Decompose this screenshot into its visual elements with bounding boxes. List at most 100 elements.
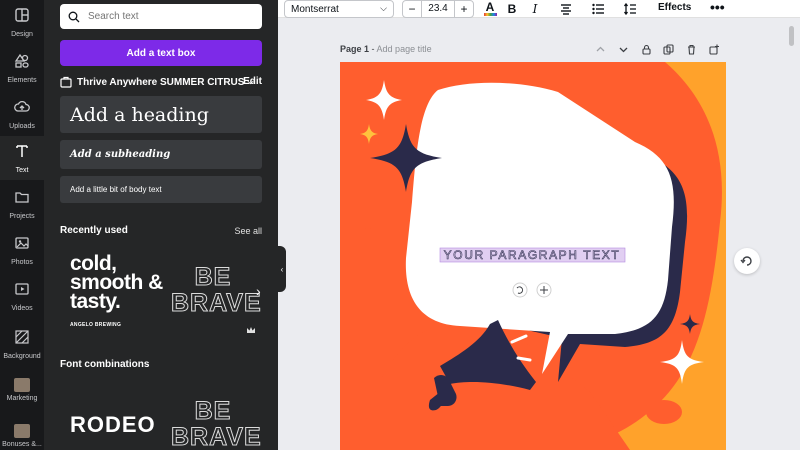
refresh-icon: [740, 256, 752, 266]
rail-item-label: Background: [3, 352, 41, 360]
add-page-icon: [709, 44, 719, 55]
rail-item-label: Elements: [7, 76, 37, 84]
recent-template-cold-subtitle: ANGELO BREWING: [70, 322, 122, 328]
photo-icon: [14, 235, 30, 256]
elements-icon: [14, 53, 30, 74]
line-spacing-icon: [623, 2, 636, 16]
chevron-down-icon: ⌵: [380, 3, 387, 13]
design-canvas[interactable]: YOUR PARAGRAPH TEXT: [340, 62, 726, 450]
page-label: Page 1: [340, 44, 370, 54]
rail-item-photos[interactable]: Photos: [0, 228, 44, 272]
bullet-list-icon: [592, 3, 604, 15]
rail-item-projects[interactable]: Projects: [0, 182, 44, 226]
rail-item-text[interactable]: Text: [0, 136, 44, 180]
brand-kit-row[interactable]: Thrive Anywhere SUMMER CITRUS ⌵ Edit: [60, 74, 262, 90]
vertical-scrollbar[interactable]: [789, 26, 794, 46]
background-icon: [14, 329, 30, 350]
refresh-comment-button[interactable]: [734, 248, 760, 274]
rail-item-uploads[interactable]: Uploads: [0, 92, 44, 136]
text-icon: [14, 143, 30, 164]
chevron-down-icon: [619, 47, 628, 53]
combo-be-brave-line-2: BRAVE: [171, 423, 262, 450]
font-combinations-title: Font combinations: [60, 359, 150, 370]
search-input[interactable]: [88, 11, 248, 22]
text-panel: Add a text box Thrive Anywhere SUMMER CI…: [44, 0, 278, 450]
add-text-box-button[interactable]: Add a text box: [60, 40, 262, 66]
rail-item-design[interactable]: Design: [0, 0, 44, 44]
chevron-left-icon: ‹: [280, 264, 284, 274]
text-color-icon: A: [485, 0, 495, 14]
increase-font-size-button[interactable]: +: [455, 2, 473, 16]
font-size-input[interactable]: 23.4: [421, 1, 455, 17]
brand-kit-edit-link[interactable]: Edit: [243, 76, 262, 87]
design-icon: [14, 7, 30, 28]
search-box[interactable]: [60, 4, 262, 29]
text-toolbar: Montserrat ⌵ − 23.4 + A B I Effects •••: [278, 0, 800, 18]
brand-kit-icon: [60, 76, 72, 88]
be-brave-line-1: BE: [194, 263, 232, 291]
rail-item-elements[interactable]: Elements: [0, 46, 44, 90]
rail-item-label: Text: [15, 166, 29, 174]
rail-item-background[interactable]: Background: [0, 322, 44, 366]
rail-item-bonuses[interactable]: Bonuses &...: [0, 414, 44, 450]
rail-item-label: Design: [11, 30, 33, 38]
list-button[interactable]: [590, 1, 606, 17]
font-combo-be-brave[interactable]: BE BRAVE: [171, 397, 262, 450]
folder-icon: [14, 189, 30, 210]
effects-button[interactable]: Effects: [658, 2, 691, 13]
duplicate-icon: [663, 44, 674, 55]
rail-item-label: Uploads: [9, 122, 35, 130]
add-body-text-button[interactable]: Add a little bit of body text: [60, 176, 262, 203]
orange-dot-left: [355, 228, 381, 288]
trash-icon: [688, 44, 695, 55]
rotate-handle[interactable]: [512, 282, 528, 298]
paragraph-text[interactable]: YOUR PARAGRAPH TEXT: [443, 248, 621, 263]
brand-kit-name: Thrive Anywhere SUMMER CITRUS: [77, 76, 245, 88]
align-center-button[interactable]: [558, 1, 574, 17]
page-up-button[interactable]: [595, 44, 606, 58]
recently-used-title: Recently used: [60, 225, 128, 236]
lock-icon: [642, 44, 651, 55]
be-brave-line-2: BRAVE: [171, 289, 262, 317]
page-title-placeholder[interactable]: Add page title: [377, 44, 432, 54]
font-combo-rodeo[interactable]: RODEO: [70, 412, 156, 438]
recent-template-cold-smooth[interactable]: cold, smooth & tasty.: [70, 253, 170, 312]
font-size-stepper[interactable]: − 23.4 +: [402, 0, 474, 18]
rail-item-label: Photos: [11, 258, 33, 266]
upload-icon: [14, 99, 30, 120]
crown-icon: [247, 327, 255, 333]
see-all-link[interactable]: See all: [234, 226, 262, 236]
italic-button[interactable]: I: [527, 1, 543, 17]
more-options-button[interactable]: •••: [710, 0, 725, 15]
rail-item-videos[interactable]: Videos: [0, 274, 44, 318]
rail-item-label: Bonuses &...: [2, 441, 42, 448]
lock-page-button[interactable]: [641, 44, 652, 58]
bold-button[interactable]: B: [504, 1, 520, 17]
delete-page-button[interactable]: [686, 44, 697, 58]
panel-collapse-handle[interactable]: ‹: [278, 246, 286, 292]
search-icon: [68, 11, 80, 22]
left-rail: Design Elements Uploads Text Projects Photos V…: [0, 0, 44, 450]
page-down-button[interactable]: [618, 44, 629, 58]
decrease-font-size-button[interactable]: −: [403, 2, 421, 16]
rail-item-label: Projects: [9, 212, 35, 220]
font-family-value: Montserrat: [291, 3, 339, 15]
font-family-select[interactable]: Montserrat ⌵: [284, 0, 394, 18]
recent-template-be-brave[interactable]: BE BRAVE: [171, 263, 262, 317]
page-title[interactable]: Page 1 - Add page title: [340, 44, 432, 54]
color-swatch: [483, 13, 497, 16]
marketing-thumb: [14, 378, 30, 392]
add-subheading-button[interactable]: Add a subheading: [60, 140, 262, 169]
orange-dot-right: [646, 400, 682, 424]
rail-item-label: Videos: [11, 304, 33, 312]
spacing-button[interactable]: [622, 1, 638, 17]
chevron-right-icon[interactable]: ›: [256, 283, 261, 299]
rail-item-marketing[interactable]: Marketing: [0, 368, 44, 412]
add-page-button[interactable]: [709, 44, 720, 58]
text-color-button[interactable]: A: [482, 1, 498, 17]
align-center-icon: [561, 4, 571, 15]
add-heading-button[interactable]: Add a heading: [60, 96, 262, 133]
combo-be-brave-line-1: BE: [194, 397, 232, 425]
duplicate-page-button[interactable]: [663, 44, 674, 58]
video-icon: [14, 281, 30, 302]
